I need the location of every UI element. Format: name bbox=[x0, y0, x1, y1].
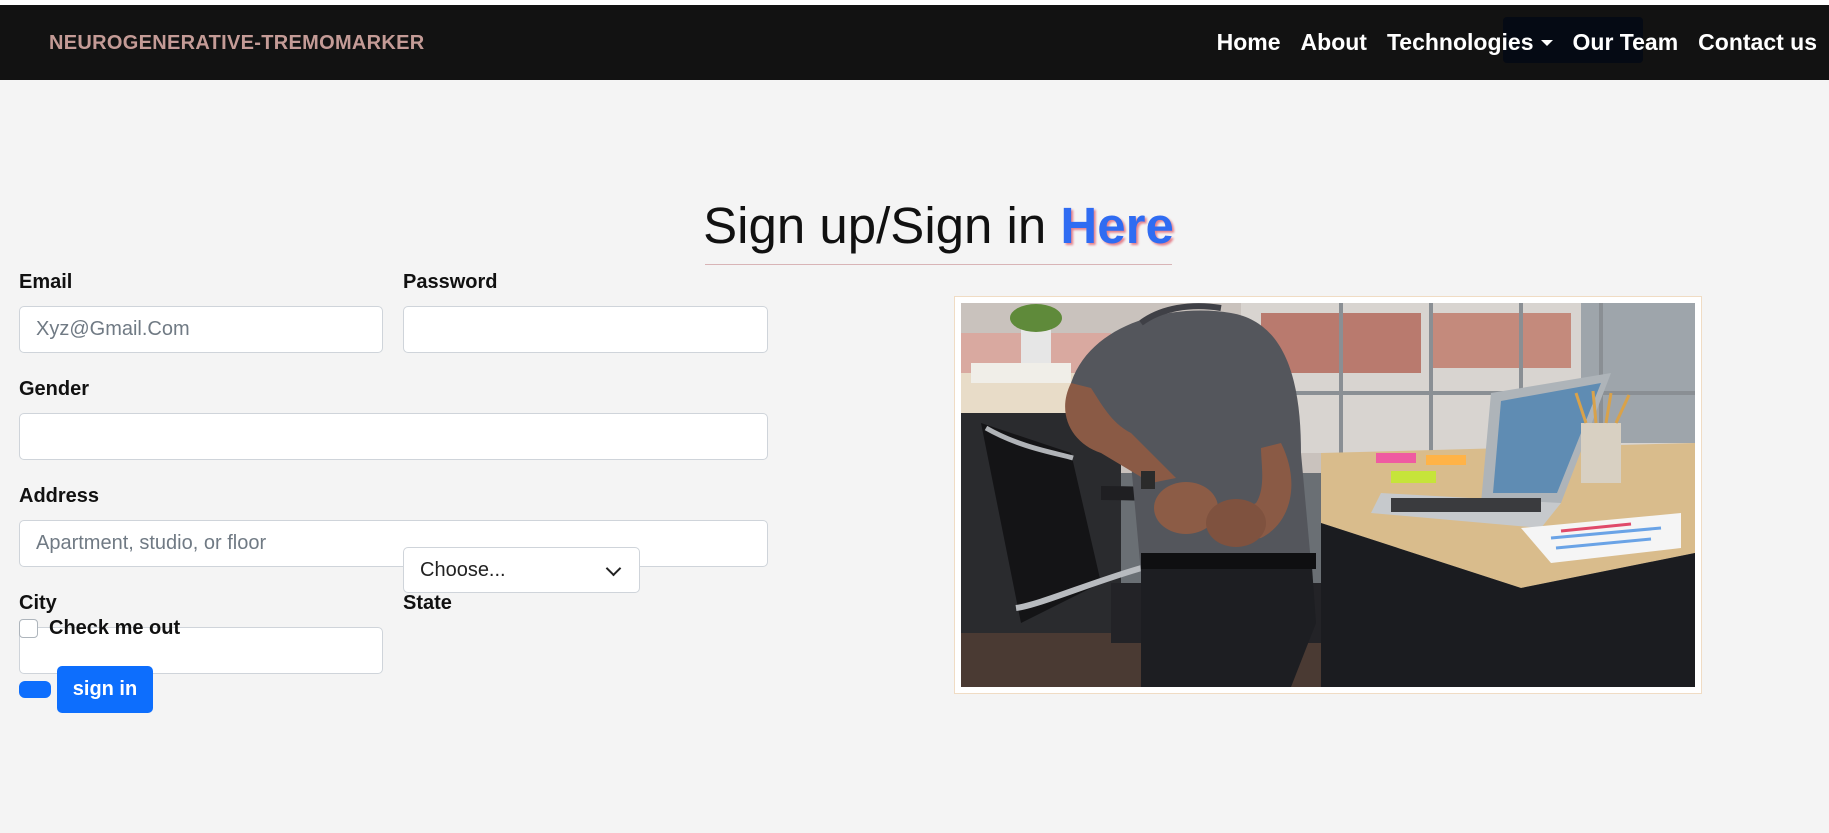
nav-technologies-dropdown[interactable]: Technologies bbox=[1387, 29, 1553, 56]
email-input[interactable] bbox=[19, 306, 383, 353]
back-pain-photo bbox=[961, 303, 1695, 687]
email-label: Email bbox=[19, 271, 73, 293]
password-label: Password bbox=[403, 271, 498, 293]
gender-input[interactable] bbox=[19, 413, 768, 460]
nav-our-team[interactable]: Our Team bbox=[1573, 29, 1679, 56]
hero-image-frame bbox=[954, 296, 1702, 694]
chevron-down-icon bbox=[605, 560, 622, 577]
address-input[interactable] bbox=[19, 520, 768, 567]
nav-home[interactable]: Home bbox=[1217, 29, 1281, 56]
caret-down-icon bbox=[1540, 40, 1553, 46]
gender-label: Gender bbox=[19, 378, 90, 400]
page-title-accent: Here bbox=[1060, 197, 1174, 254]
address-label: Address bbox=[19, 485, 100, 507]
title-divider bbox=[705, 264, 1172, 265]
page-title-prefix: Sign up/Sign in bbox=[703, 197, 1047, 254]
nav-about[interactable]: About bbox=[1301, 29, 1367, 56]
nav-contact-us[interactable]: Contact us bbox=[1698, 29, 1817, 56]
check-me-out-checkbox[interactable] bbox=[19, 619, 38, 638]
page-title: Sign up/Sign in Here bbox=[0, 196, 1829, 255]
state-label: State bbox=[403, 592, 452, 614]
brand-logo[interactable]: NEUROGENERATIVE-TREMOMARKER bbox=[49, 32, 425, 55]
sign-in-button[interactable]: sign in bbox=[57, 666, 153, 713]
navbar: NEUROGENERATIVE-TREMOMARKER Home About T… bbox=[0, 5, 1829, 80]
nav-technologies-label: Technologies bbox=[1386, 29, 1534, 55]
nav-links: Home About Technologies Our Team Contact… bbox=[1217, 29, 1817, 56]
small-blue-button[interactable] bbox=[19, 681, 51, 698]
state-select[interactable]: Choose... bbox=[403, 547, 640, 593]
main-content: Sign up/Sign in Here Email Password Gend… bbox=[0, 80, 1829, 833]
city-label: City bbox=[19, 592, 57, 614]
password-input[interactable] bbox=[403, 306, 768, 353]
state-select-value: Choose... bbox=[420, 558, 506, 581]
check-me-out-label[interactable]: Check me out bbox=[49, 617, 180, 640]
